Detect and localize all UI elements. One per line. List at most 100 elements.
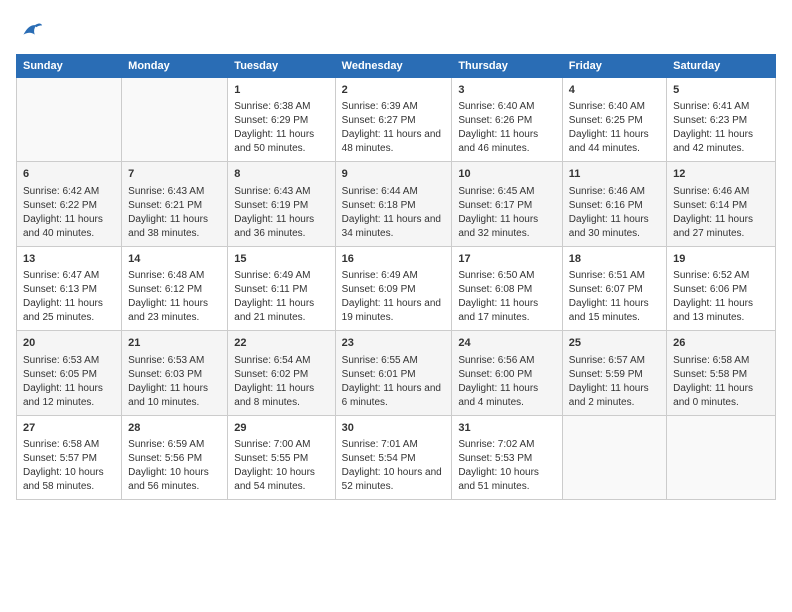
day-cell: 22 Sunrise: 6:54 AMSunset: 6:02 PMDayligh…	[228, 331, 335, 415]
day-cell	[562, 415, 666, 499]
day-cell: 21 Sunrise: 6:53 AMSunset: 6:03 PMDayligh…	[122, 331, 228, 415]
day-number: 18	[569, 252, 660, 267]
day-cell	[17, 78, 122, 162]
day-info: Sunrise: 6:49 AMSunset: 6:11 PMDaylight:…	[234, 269, 328, 325]
day-cell: 14 Sunrise: 6:48 AMSunset: 6:12 PMDayligh…	[122, 246, 228, 330]
day-cell: 1 Sunrise: 6:38 AMSunset: 6:29 PMDaylight…	[228, 78, 335, 162]
day-cell: 9 Sunrise: 6:44 AMSunset: 6:18 PMDaylight…	[335, 162, 452, 246]
day-info: Sunrise: 6:40 AMSunset: 6:25 PMDaylight:…	[569, 100, 660, 156]
day-number: 22	[234, 336, 328, 351]
day-number: 5	[673, 83, 769, 98]
day-info: Sunrise: 6:49 AMSunset: 6:09 PMDaylight:…	[342, 269, 446, 325]
day-info: Sunrise: 6:44 AMSunset: 6:18 PMDaylight:…	[342, 185, 446, 241]
day-cell: 8 Sunrise: 6:43 AMSunset: 6:19 PMDaylight…	[228, 162, 335, 246]
day-cell: 29 Sunrise: 7:00 AMSunset: 5:55 PMDayligh…	[228, 415, 335, 499]
day-cell: 13 Sunrise: 6:47 AMSunset: 6:13 PMDayligh…	[17, 246, 122, 330]
week-row-3: 20 Sunrise: 6:53 AMSunset: 6:05 PMDayligh…	[17, 331, 776, 415]
day-info: Sunrise: 6:58 AMSunset: 5:57 PMDaylight:…	[23, 438, 115, 494]
day-cell	[122, 78, 228, 162]
day-number: 6	[23, 167, 115, 182]
day-number: 20	[23, 336, 115, 351]
day-info: Sunrise: 6:53 AMSunset: 6:03 PMDaylight:…	[128, 354, 221, 410]
day-cell: 19Sunrise: 6:52 AMSunset: 6:06 PMDayligh…	[667, 246, 776, 330]
col-header-sunday: Sunday	[17, 55, 122, 78]
day-number: 8	[234, 167, 328, 182]
day-number: 25	[569, 336, 660, 351]
day-number: 4	[569, 83, 660, 98]
day-number: 16	[342, 252, 446, 267]
day-number: 7	[128, 167, 221, 182]
day-info: Sunrise: 6:55 AMSunset: 6:01 PMDaylight:…	[342, 354, 446, 410]
day-info: Sunrise: 6:53 AMSunset: 6:05 PMDaylight:…	[23, 354, 115, 410]
day-info: Sunrise: 6:43 AMSunset: 6:19 PMDaylight:…	[234, 185, 328, 241]
day-info: Sunrise: 6:40 AMSunset: 6:26 PMDaylight:…	[458, 100, 555, 156]
day-cell: 10 Sunrise: 6:45 AMSunset: 6:17 PMDayligh…	[452, 162, 562, 246]
day-info: Sunrise: 6:51 AMSunset: 6:07 PMDaylight:…	[569, 269, 660, 325]
day-number: 17	[458, 252, 555, 267]
day-number: 21	[128, 336, 221, 351]
day-cell: 7 Sunrise: 6:43 AMSunset: 6:21 PMDaylight…	[122, 162, 228, 246]
day-cell: 18 Sunrise: 6:51 AMSunset: 6:07 PMDayligh…	[562, 246, 666, 330]
day-number: 27	[23, 421, 115, 436]
day-number: 1	[234, 83, 328, 98]
day-number: 31	[458, 421, 555, 436]
day-cell	[667, 415, 776, 499]
day-cell: 26Sunrise: 6:58 AMSunset: 5:58 PMDayligh…	[667, 331, 776, 415]
day-info: Sunrise: 6:58 AMSunset: 5:58 PMDaylight:…	[673, 354, 769, 410]
day-cell: 30Sunrise: 7:01 AMSunset: 5:54 PMDayligh…	[335, 415, 452, 499]
day-info: Sunrise: 6:48 AMSunset: 6:12 PMDaylight:…	[128, 269, 221, 325]
day-number: 9	[342, 167, 446, 182]
day-info: Sunrise: 6:56 AMSunset: 6:00 PMDaylight:…	[458, 354, 555, 410]
day-cell: 4 Sunrise: 6:40 AMSunset: 6:25 PMDaylight…	[562, 78, 666, 162]
day-cell: 12Sunrise: 6:46 AMSunset: 6:14 PMDayligh…	[667, 162, 776, 246]
day-info: Sunrise: 7:02 AMSunset: 5:53 PMDaylight:…	[458, 438, 555, 494]
day-info: Sunrise: 6:52 AMSunset: 6:06 PMDaylight:…	[673, 269, 769, 325]
logo	[16, 16, 48, 44]
day-cell: 15 Sunrise: 6:49 AMSunset: 6:11 PMDayligh…	[228, 246, 335, 330]
day-info: Sunrise: 6:50 AMSunset: 6:08 PMDaylight:…	[458, 269, 555, 325]
week-row-0: 1 Sunrise: 6:38 AMSunset: 6:29 PMDaylight…	[17, 78, 776, 162]
day-number: 15	[234, 252, 328, 267]
col-header-wednesday: Wednesday	[335, 55, 452, 78]
day-cell: 11 Sunrise: 6:46 AMSunset: 6:16 PMDayligh…	[562, 162, 666, 246]
page: SundayMondayTuesdayWednesdayThursdayFrid…	[0, 0, 792, 612]
day-cell: 27 Sunrise: 6:58 AMSunset: 5:57 PMDayligh…	[17, 415, 122, 499]
day-number: 23	[342, 336, 446, 351]
day-number: 28	[128, 421, 221, 436]
day-cell: 31 Sunrise: 7:02 AMSunset: 5:53 PMDayligh…	[452, 415, 562, 499]
day-number: 14	[128, 252, 221, 267]
day-cell: 23 Sunrise: 6:55 AMSunset: 6:01 PMDayligh…	[335, 331, 452, 415]
day-info: Sunrise: 6:39 AMSunset: 6:27 PMDaylight:…	[342, 100, 446, 156]
day-number: 3	[458, 83, 555, 98]
day-info: Sunrise: 6:54 AMSunset: 6:02 PMDaylight:…	[234, 354, 328, 410]
day-number: 24	[458, 336, 555, 351]
day-number: 10	[458, 167, 555, 182]
day-info: Sunrise: 6:41 AMSunset: 6:23 PMDaylight:…	[673, 100, 769, 156]
day-info: Sunrise: 6:45 AMSunset: 6:17 PMDaylight:…	[458, 185, 555, 241]
day-info: Sunrise: 6:59 AMSunset: 5:56 PMDaylight:…	[128, 438, 221, 494]
day-number: 13	[23, 252, 115, 267]
day-number: 29	[234, 421, 328, 436]
day-cell: 6Sunrise: 6:42 AMSunset: 6:22 PMDaylight…	[17, 162, 122, 246]
day-info: Sunrise: 6:38 AMSunset: 6:29 PMDaylight:…	[234, 100, 328, 156]
day-info: Sunrise: 7:00 AMSunset: 5:55 PMDaylight:…	[234, 438, 328, 494]
day-cell: 2Sunrise: 6:39 AMSunset: 6:27 PMDaylight…	[335, 78, 452, 162]
day-cell: 3 Sunrise: 6:40 AMSunset: 6:26 PMDaylight…	[452, 78, 562, 162]
calendar-table: SundayMondayTuesdayWednesdayThursdayFrid…	[16, 54, 776, 500]
week-row-2: 13 Sunrise: 6:47 AMSunset: 6:13 PMDayligh…	[17, 246, 776, 330]
col-header-thursday: Thursday	[452, 55, 562, 78]
day-info: Sunrise: 6:57 AMSunset: 5:59 PMDaylight:…	[569, 354, 660, 410]
day-cell: 16 Sunrise: 6:49 AMSunset: 6:09 PMDayligh…	[335, 246, 452, 330]
day-cell: 24 Sunrise: 6:56 AMSunset: 6:00 PMDayligh…	[452, 331, 562, 415]
day-info: Sunrise: 6:46 AMSunset: 6:16 PMDaylight:…	[569, 185, 660, 241]
day-info: Sunrise: 6:46 AMSunset: 6:14 PMDaylight:…	[673, 185, 769, 241]
day-info: Sunrise: 6:43 AMSunset: 6:21 PMDaylight:…	[128, 185, 221, 241]
day-cell: 25 Sunrise: 6:57 AMSunset: 5:59 PMDayligh…	[562, 331, 666, 415]
week-row-4: 27 Sunrise: 6:58 AMSunset: 5:57 PMDayligh…	[17, 415, 776, 499]
day-number: 11	[569, 167, 660, 182]
week-row-1: 6Sunrise: 6:42 AMSunset: 6:22 PMDaylight…	[17, 162, 776, 246]
day-info: Sunrise: 6:47 AMSunset: 6:13 PMDaylight:…	[23, 269, 115, 325]
col-header-saturday: Saturday	[667, 55, 776, 78]
header	[16, 16, 776, 44]
day-cell: 20 Sunrise: 6:53 AMSunset: 6:05 PMDayligh…	[17, 331, 122, 415]
